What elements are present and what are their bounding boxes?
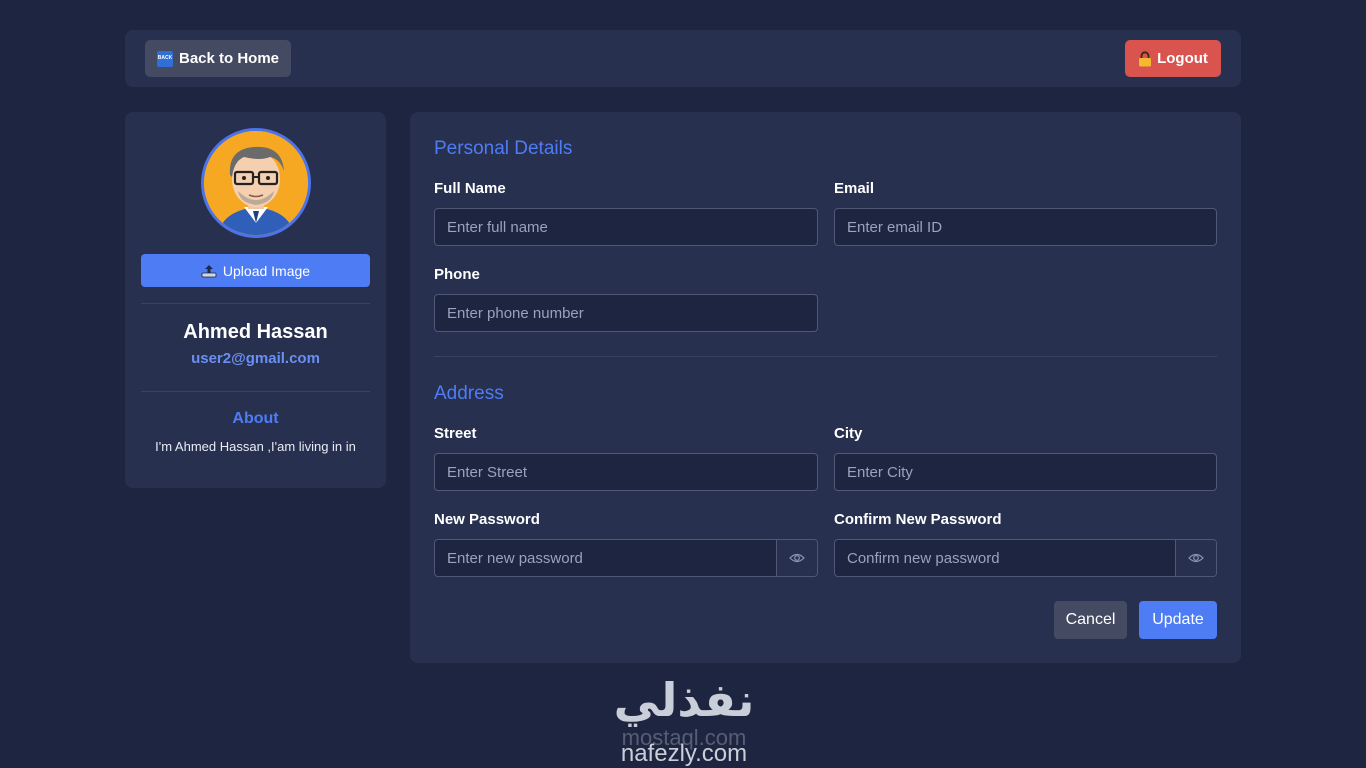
profile-divider bbox=[141, 391, 370, 392]
toggle-confirm-password-button[interactable] bbox=[1175, 540, 1216, 576]
confirm-password-input[interactable] bbox=[835, 540, 1175, 576]
eye-icon bbox=[1188, 553, 1204, 563]
street-label: Street bbox=[434, 425, 477, 442]
street-input[interactable] bbox=[434, 453, 818, 491]
watermark: نفذلي mostaql.com nafezly.com bbox=[598, 672, 770, 768]
city-label: City bbox=[834, 425, 863, 442]
phone-input[interactable] bbox=[434, 294, 818, 332]
email-input[interactable] bbox=[834, 208, 1217, 246]
personal-details-title: Personal Details bbox=[434, 138, 573, 159]
top-bar: BACK Back to Home Logout bbox=[125, 30, 1241, 87]
city-input[interactable] bbox=[834, 453, 1217, 491]
profile-email: user2@gmail.com bbox=[191, 350, 320, 367]
back-to-home-label: Back to Home bbox=[178, 50, 280, 67]
eye-icon bbox=[789, 553, 805, 563]
avatar-illustration bbox=[204, 131, 308, 235]
logout-button[interactable]: Logout bbox=[1125, 40, 1221, 77]
back-icon: BACK bbox=[156, 50, 173, 67]
watermark-arabic: نفذلي bbox=[613, 673, 755, 727]
upload-image-label: Upload Image bbox=[222, 262, 311, 279]
about-text: I'm Ahmed Hassan ,I'am living in in bbox=[155, 439, 356, 454]
form-section-divider bbox=[434, 356, 1217, 357]
new-password-label: New Password bbox=[434, 511, 540, 528]
profile-name: Ahmed Hassan bbox=[183, 321, 328, 343]
logout-label: Logout bbox=[1157, 50, 1208, 67]
toggle-new-password-button[interactable] bbox=[776, 540, 817, 576]
watermark-nafezly: nafezly.com bbox=[620, 740, 748, 767]
new-password-input[interactable] bbox=[435, 540, 776, 576]
phone-label: Phone bbox=[434, 266, 480, 283]
upload-icon bbox=[201, 264, 217, 277]
email-label: Email bbox=[834, 180, 875, 197]
profile-divider bbox=[141, 303, 370, 304]
update-button[interactable]: Update bbox=[1139, 601, 1217, 639]
full-name-label: Full Name bbox=[434, 180, 506, 197]
confirm-password-group bbox=[834, 539, 1217, 577]
upload-image-button[interactable]: Upload Image bbox=[141, 254, 370, 287]
cancel-button[interactable]: Cancel bbox=[1054, 601, 1127, 639]
profile-card: Upload Image Ahmed Hassan user2@gmail.co… bbox=[125, 112, 386, 488]
address-title: Address bbox=[434, 383, 504, 404]
full-name-input[interactable] bbox=[434, 208, 818, 246]
lock-icon bbox=[1139, 50, 1152, 66]
new-password-group bbox=[434, 539, 818, 577]
back-to-home-button[interactable]: BACK Back to Home bbox=[145, 40, 291, 77]
about-title: About bbox=[232, 410, 279, 427]
confirm-password-label: Confirm New Password bbox=[834, 511, 1002, 528]
profile-form-card: Personal Details Full Name Email Phone A… bbox=[410, 112, 1241, 663]
avatar bbox=[201, 128, 311, 238]
